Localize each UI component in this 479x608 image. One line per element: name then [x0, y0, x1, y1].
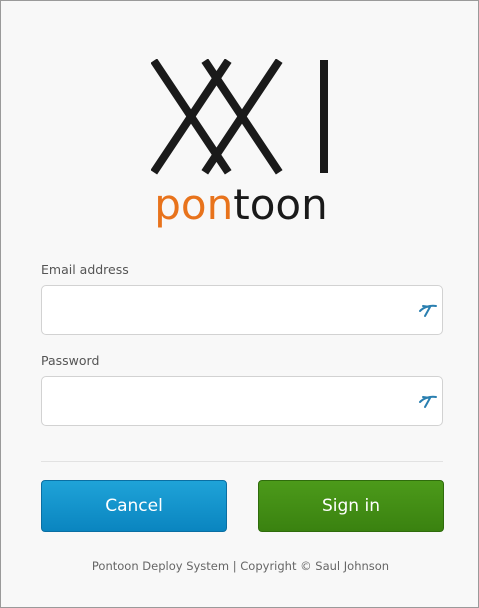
pontoon-logo: pontoon: [151, 59, 331, 229]
password-manager-icon[interactable]: [418, 392, 438, 410]
logo-text-highlight: pon: [154, 180, 233, 229]
password-manager-icon[interactable]: [418, 301, 438, 319]
sign-in-button[interactable]: Sign in: [258, 480, 444, 532]
password-label: Password: [41, 353, 100, 368]
email-label: Email address: [41, 262, 129, 277]
logo-text-rest: toon: [233, 180, 327, 229]
divider: [41, 461, 443, 462]
cancel-button-label: Cancel: [105, 496, 163, 516]
cancel-button[interactable]: Cancel: [41, 480, 227, 532]
svg-text:pontoon: pontoon: [154, 180, 327, 229]
login-dialog: pontoon Email address Password Cancel Si…: [0, 0, 479, 608]
password-field-wrapper: [41, 376, 443, 426]
email-field[interactable]: [42, 286, 412, 334]
footer-copyright: Pontoon Deploy System | Copyright © Saul…: [91, 559, 390, 573]
email-field-wrapper: [41, 285, 443, 335]
sign-in-button-label: Sign in: [322, 496, 380, 516]
password-field[interactable]: [42, 377, 412, 425]
